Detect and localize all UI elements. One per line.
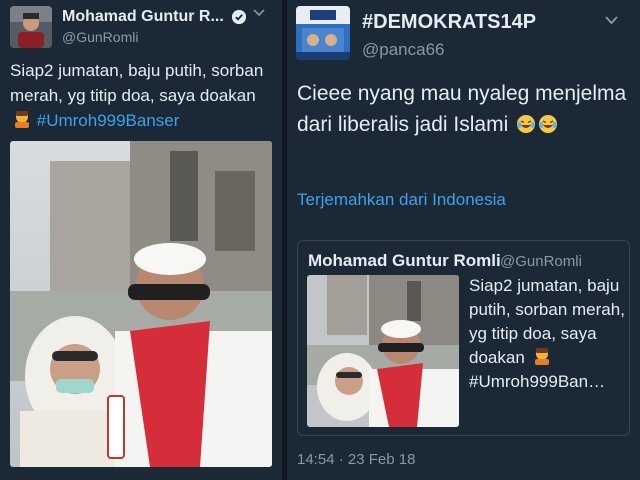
display-name[interactable]: #DEMOKRATS14P (362, 11, 536, 34)
person-bowing-icon (12, 109, 32, 129)
tears-of-joy-icon (516, 112, 536, 133)
quoted-photo (307, 275, 459, 427)
tweet-body: Cieee nyang mau nyaleg menjelma dari lib… (297, 82, 627, 136)
tears-of-joy-icon (538, 112, 558, 133)
quoted-handle: @GunRomli (500, 253, 582, 270)
chevron-down-icon[interactable] (253, 8, 265, 20)
tweet-right: #DEMOKRATS14P @panca66 Cieee nyang mau n… (287, 0, 640, 480)
chevron-down-icon[interactable] (605, 14, 618, 28)
display-name[interactable]: Mohamad Guntur R... (62, 8, 230, 26)
quoted-text: Siap2 jumatan, baju putih, sorban merah,… (469, 274, 627, 394)
tweet-timestamp[interactable]: 14:54 · 23 Feb 18 (297, 451, 415, 468)
tweet-left: Mohamad Guntur R... @GunRomli Siap2 juma… (0, 0, 282, 480)
tweet-text: Siap2 jumatan, baju putih, sorban merah,… (10, 58, 276, 133)
user-avatar-icon[interactable] (10, 6, 52, 48)
translate-link[interactable]: Terjemahkan dari Indonesia (297, 190, 506, 210)
person-bowing-icon (532, 346, 552, 366)
tweet-photo[interactable] (10, 141, 272, 467)
user-handle[interactable]: @GunRomli (62, 29, 138, 45)
verified-check-icon (232, 10, 246, 24)
tweet-body: Siap2 jumatan, baju putih, sorban merah,… (10, 61, 264, 105)
hashtag-link[interactable]: #Umroh999Banser (37, 111, 180, 130)
quoted-tweet[interactable]: Mohamad Guntur Romli @GunRomli Siap2 jum… (297, 240, 630, 436)
user-avatar-icon[interactable] (296, 6, 350, 60)
quoted-display-name: Mohamad Guntur Romli (308, 251, 501, 270)
tweet-text: Cieee nyang mau nyaleg menjelma dari lib… (297, 78, 633, 140)
quoted-hashtag: #Umroh999Ban… (469, 372, 606, 391)
user-handle[interactable]: @panca66 (362, 40, 445, 60)
